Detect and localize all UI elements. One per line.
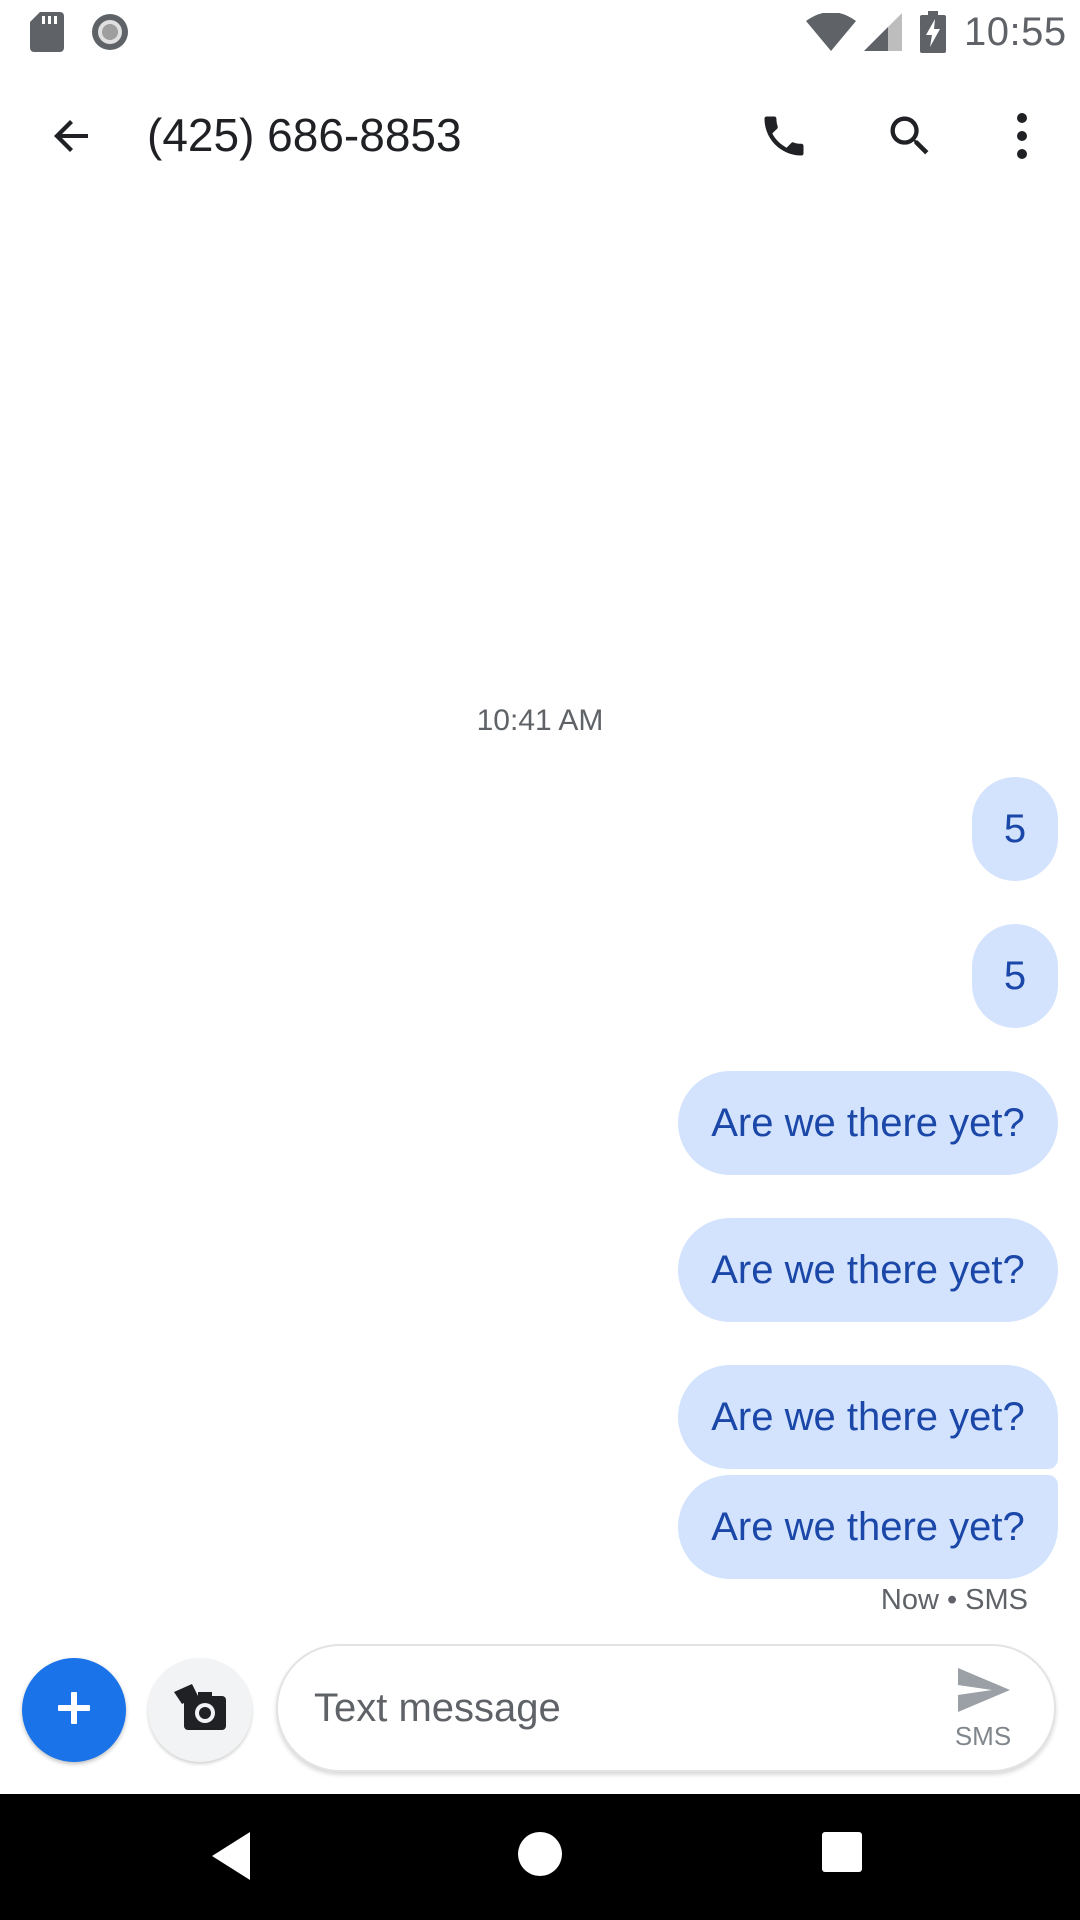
more-vert-icon <box>1012 111 1032 166</box>
message-bubble[interactable]: Are we there yet? <box>678 1365 1058 1469</box>
send-label: SMS <box>954 1721 1012 1751</box>
status-bar: 10:55 <box>0 0 1080 64</box>
plus-icon <box>54 1688 94 1733</box>
message-status: Now • SMS <box>880 1584 1028 1616</box>
message-bubble[interactable]: 5 <box>972 777 1058 881</box>
record-icon <box>90 12 130 57</box>
nav-back-icon[interactable] <box>208 1830 254 1887</box>
message-bubble[interactable]: 5 <box>972 924 1058 1028</box>
camera-gallery-icon <box>170 1682 230 1739</box>
messages-conversation-screen: 10:55 (425) 686-8853 10:41 AM 5 5 Are we… <box>0 0 1080 1920</box>
message-bubble[interactable]: Are we there yet? <box>678 1475 1058 1579</box>
status-time: 10:55 <box>964 10 1067 54</box>
back-button[interactable] <box>36 102 108 174</box>
wifi-icon <box>806 12 856 56</box>
contact-title: (425) 686-8853 <box>147 109 462 161</box>
call-button[interactable] <box>748 102 820 174</box>
compose-field: SMS <box>276 1644 1056 1772</box>
sd-card-icon <box>30 12 64 57</box>
send-sms-button[interactable]: SMS <box>928 1660 1038 1760</box>
send-icon <box>956 1668 1010 1717</box>
conversation-timestamp: 10:41 AM <box>476 704 604 737</box>
nav-recents-icon[interactable] <box>820 1830 864 1879</box>
message-bubble[interactable]: Are we there yet? <box>678 1071 1058 1175</box>
search-icon <box>884 110 936 167</box>
signal-icon <box>864 13 902 56</box>
add-attachment-button[interactable] <box>22 1658 126 1762</box>
navigation-bar <box>0 1794 1080 1920</box>
search-button[interactable] <box>874 102 946 174</box>
message-bubble[interactable]: Are we there yet? <box>678 1218 1058 1322</box>
camera-button[interactable] <box>148 1658 252 1762</box>
more-options-button[interactable] <box>986 102 1058 174</box>
phone-icon <box>758 110 810 167</box>
arrow-back-icon <box>48 112 96 165</box>
app-bar: (425) 686-8853 <box>0 80 1080 192</box>
message-input[interactable] <box>314 1676 894 1740</box>
battery-charging-icon <box>920 11 946 58</box>
nav-home-icon[interactable] <box>516 1830 564 1883</box>
